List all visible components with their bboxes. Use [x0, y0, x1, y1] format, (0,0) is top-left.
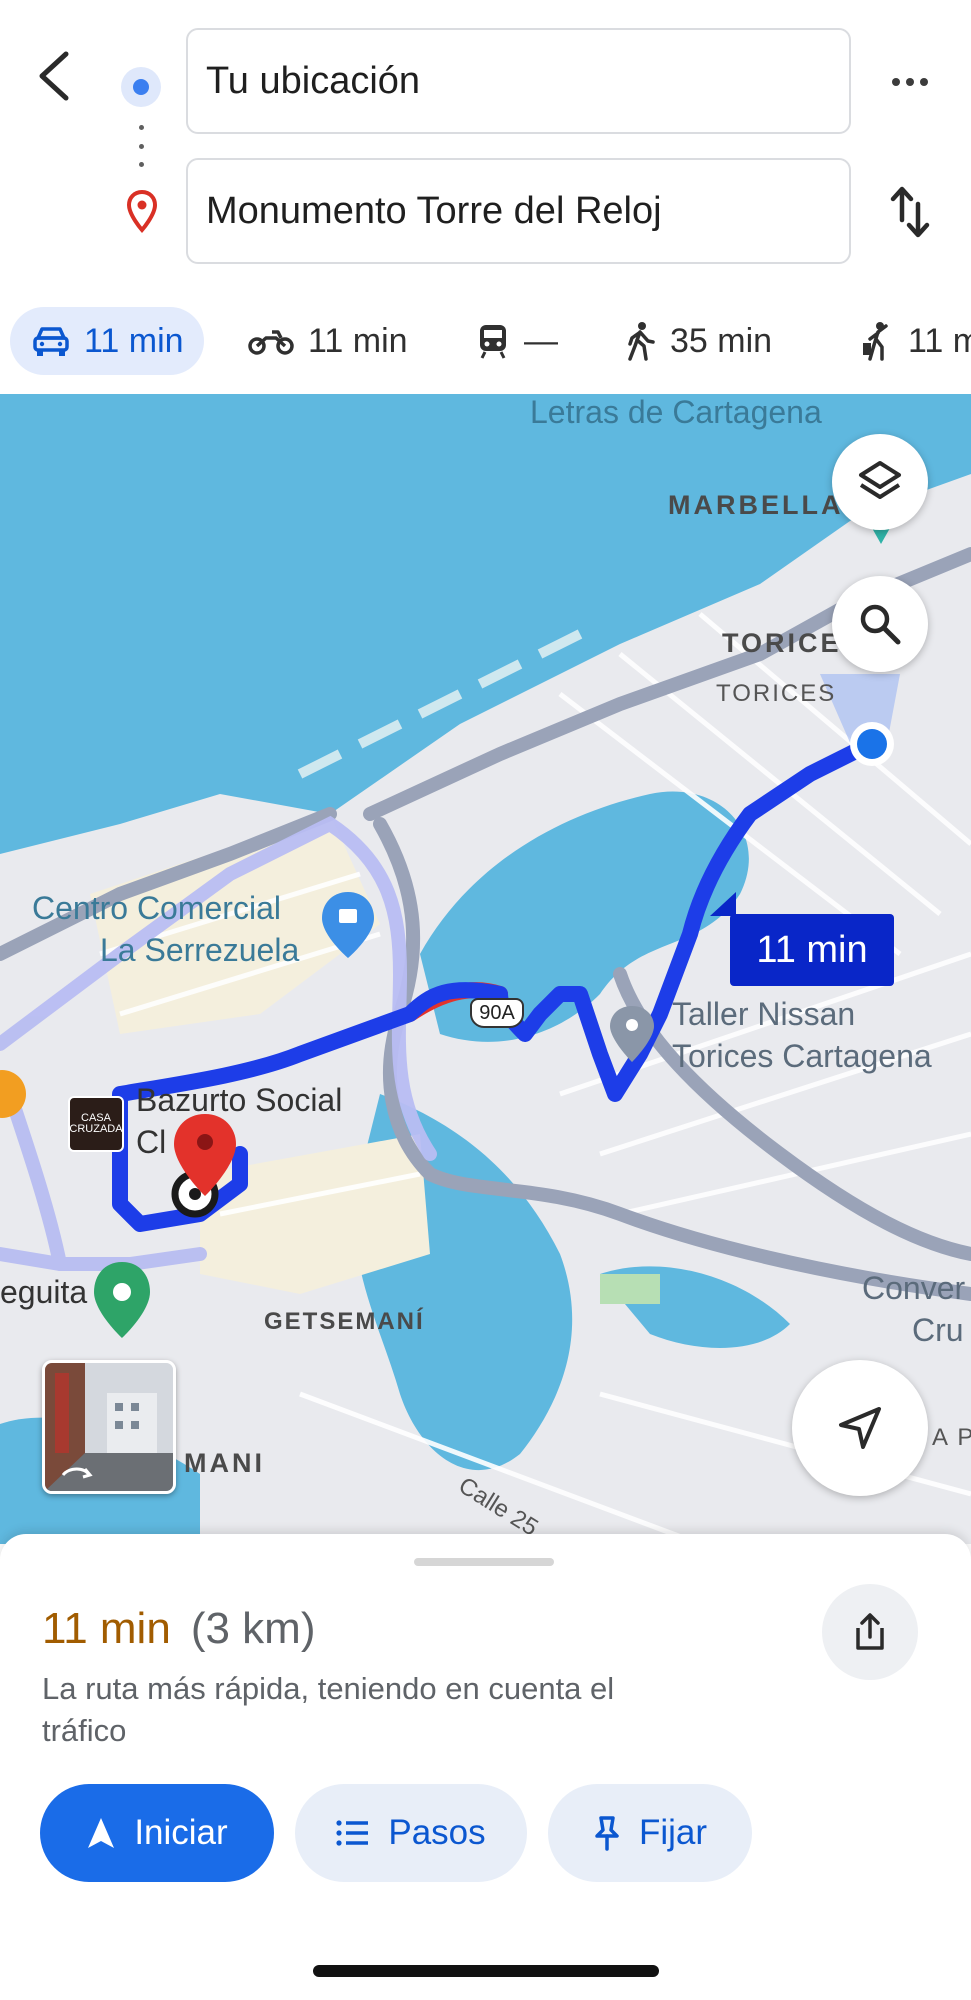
- mode-ride-time: 11 m: [908, 321, 971, 360]
- mode-ride-tab[interactable]: 11 m: [860, 305, 971, 377]
- swap-locations-button[interactable]: [880, 180, 940, 244]
- mode-motorcycle-time: 11 min: [308, 321, 408, 360]
- mode-driving-tab[interactable]: 11 min: [10, 307, 204, 375]
- street-view-image: [45, 1363, 173, 1491]
- poi-centro-comercial-label[interactable]: Centro Comercial: [32, 890, 281, 927]
- area-mani-label: MANI: [184, 1448, 265, 1478]
- route-summary-sheet: 11 min (3 km) La ruta más rápida, teniend…: [0, 1534, 971, 2000]
- mode-driving-time: 11 min: [84, 321, 184, 360]
- pin-icon: [595, 1816, 619, 1851]
- poi-conv-label-1[interactable]: Conver: [862, 1270, 965, 1307]
- casa-cruzada-logo[interactable]: CASA CRUZADA: [68, 1096, 124, 1152]
- more-dot-icon: [892, 78, 900, 86]
- origin-input[interactable]: Tu ubicación: [186, 28, 851, 134]
- layers-icon: [859, 461, 901, 499]
- poi-bazurto-label-1[interactable]: Bazurto Social: [136, 1082, 342, 1119]
- steps-label: Pasos: [388, 1813, 486, 1852]
- mode-walking-time: 35 min: [670, 321, 773, 360]
- swap-arrows-icon: [890, 186, 930, 238]
- area-getsemani-label: GETSEMANÍ: [264, 1308, 425, 1335]
- ride-hailing-icon: [863, 322, 888, 361]
- poi-serrezuela-label[interactable]: La Serrezuela: [100, 932, 299, 969]
- route-map[interactable]: Letras de Cartagena MARBELLA TORICES TOR…: [0, 394, 971, 1544]
- transit-icon: [480, 325, 506, 359]
- share-button[interactable]: [822, 1584, 918, 1680]
- poi-conv-label-2[interactable]: Cru: [912, 1312, 964, 1349]
- car-icon: [33, 327, 69, 356]
- poi-letras-label[interactable]: Letras de Cartagena: [530, 394, 822, 431]
- poi-bazurto-label-2[interactable]: Cl: [136, 1124, 166, 1161]
- poi-taller-label-1[interactable]: Taller Nissan: [672, 996, 855, 1033]
- mode-transit-tab[interactable]: —: [476, 305, 558, 377]
- sheet-drag-handle[interactable]: [414, 1558, 554, 1566]
- area-marbella-label: MARBELLA: [668, 490, 844, 520]
- highway-90a-shield: 90A: [470, 998, 524, 1028]
- street-torices-label: TORICES: [716, 680, 837, 707]
- search-icon: [860, 604, 901, 645]
- motorcycle-icon: [248, 330, 294, 355]
- destination-input[interactable]: Monumento Torre del Reloj: [186, 158, 851, 264]
- start-label: Iniciar: [134, 1813, 228, 1852]
- destination-pin-icon: [126, 190, 158, 234]
- route-eta: 11 min (3 km): [42, 1604, 315, 1654]
- navigation-arrow-icon: [839, 1407, 881, 1449]
- poi-taller-label-2[interactable]: Torices Cartagena: [672, 1038, 932, 1075]
- origin-location-icon: [121, 67, 161, 107]
- layers-button[interactable]: [832, 434, 928, 530]
- home-indicator[interactable]: [313, 1965, 659, 1977]
- travel-mode-bar: 11 min 11 min — 35 min 11 m: [0, 305, 971, 377]
- poi-eguita-label[interactable]: eguita: [0, 1274, 87, 1311]
- my-location-button[interactable]: [792, 1360, 928, 1496]
- back-button[interactable]: [30, 44, 78, 108]
- mode-walking-tab[interactable]: 35 min: [624, 305, 772, 377]
- route-connector-icon: [138, 125, 144, 167]
- area-ap-label: A P: [932, 1424, 971, 1451]
- back-arrow-icon: [39, 51, 69, 101]
- search-along-route-button[interactable]: [832, 576, 928, 672]
- more-options-button[interactable]: [880, 60, 940, 104]
- mode-motorcycle-tab[interactable]: 11 min: [248, 305, 408, 377]
- share-icon: [856, 1613, 884, 1650]
- list-icon: [336, 1820, 369, 1846]
- start-navigation-button[interactable]: Iniciar: [40, 1784, 274, 1882]
- eta-time: 11 min: [42, 1604, 171, 1653]
- directions-header: Tu ubicación Monumento Torre del Reloj 1…: [0, 0, 971, 375]
- eta-distance: (3 km): [190, 1604, 316, 1653]
- mode-transit-time: —: [524, 321, 558, 360]
- pin-button[interactable]: Fijar: [548, 1784, 752, 1882]
- walk-icon: [628, 322, 655, 361]
- street-view-thumbnail[interactable]: [42, 1360, 176, 1494]
- route-time-badge[interactable]: 11 min: [710, 892, 894, 986]
- navigation-start-icon: [88, 1818, 115, 1848]
- route-description: La ruta más rápida, teniendo en cuenta e…: [42, 1671, 615, 1748]
- pin-label: Fijar: [638, 1813, 708, 1852]
- steps-button[interactable]: Pasos: [295, 1784, 527, 1882]
